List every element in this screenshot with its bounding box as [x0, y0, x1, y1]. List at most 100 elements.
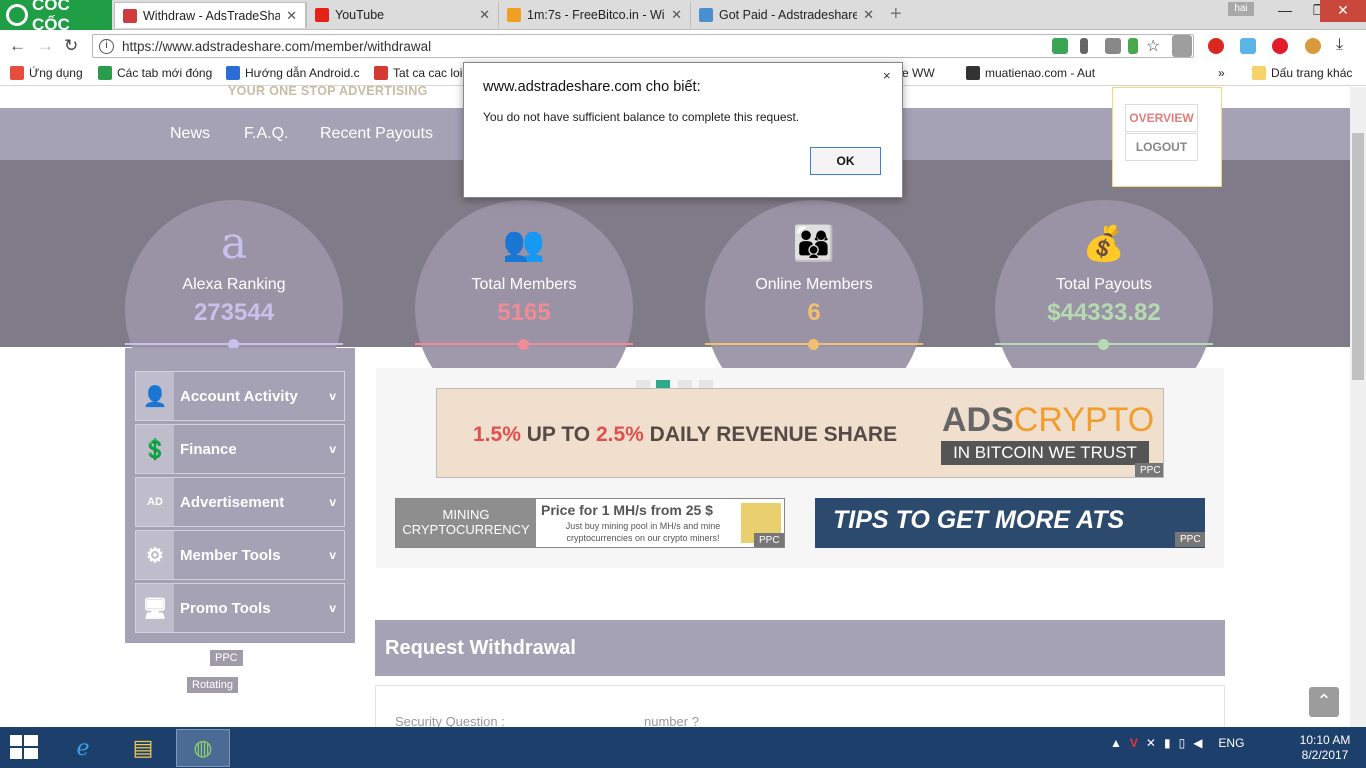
tips-banner[interactable]: TIPS TO GET MORE ATS PPC — [815, 498, 1205, 548]
bookmark-item[interactable]: Hướng dẫn Android.c — [226, 66, 360, 80]
ppc-badge: PPC — [1135, 463, 1163, 477]
cart-icon[interactable] — [1052, 38, 1068, 54]
bookmark-label: Ứng dụng — [29, 66, 83, 80]
bookmark-icon — [10, 66, 24, 80]
sidebar-item-member-tools[interactable]: ⚙ Member Tools v — [135, 530, 345, 580]
stat-value: 5165 — [497, 299, 551, 326]
network-error-icon[interactable]: ✕ — [1146, 736, 1156, 750]
bookmark-label: Hướng dẫn Android.c — [245, 66, 360, 80]
sidebar-item-label: Member Tools — [180, 546, 281, 564]
chevron-down-icon: v — [329, 389, 336, 403]
logout-button[interactable]: LOGOUT — [1125, 133, 1198, 161]
back-arrow-icon[interactable]: ← — [9, 36, 26, 56]
tab-close-icon[interactable]: ✕ — [479, 7, 490, 23]
close-window-button[interactable]: ✕ — [1320, 0, 1366, 22]
signal-icon[interactable]: ▮ — [1164, 736, 1171, 750]
bookmark-item[interactable]: Ứng dụng — [10, 66, 83, 80]
stat-label: Total Payouts — [1055, 276, 1153, 293]
tab-1[interactable]: YouTube ✕ — [306, 2, 498, 28]
translate-icon[interactable] — [1105, 38, 1121, 54]
heart-ext-icon[interactable] — [1272, 38, 1288, 54]
bookmark-item[interactable]: Tat ca cac loi — [374, 66, 462, 80]
mining-left-panel: MINING CRYPTOCURRENCY — [396, 499, 536, 547]
other-bookmarks[interactable]: Dấu trang khác — [1252, 66, 1352, 80]
avatar-ext-icon[interactable] — [1305, 38, 1321, 54]
bookmark-icon — [98, 66, 112, 80]
volume-icon[interactable]: ◀ — [1193, 736, 1202, 750]
ppc-tag[interactable]: PPC — [210, 650, 243, 666]
sidebar-item-advertisement[interactable]: AD Advertisement v — [135, 477, 345, 527]
monitor-icon: 🖥 — [136, 584, 174, 632]
pin-icon[interactable] — [1080, 38, 1088, 54]
sidebar-item-label: Account Activity — [180, 387, 298, 405]
scroll-to-top-button[interactable]: ⌃ — [1309, 687, 1339, 717]
tab-label: 1m:7s - FreeBitco.in - Win — [527, 8, 666, 22]
forward-arrow-icon[interactable]: → — [37, 36, 54, 56]
coccoc-taskbar-icon[interactable]: ◍ — [176, 729, 230, 767]
ie-icon[interactable]: ℯ — [56, 729, 110, 767]
bookmarks-overflow[interactable]: » — [1218, 66, 1225, 80]
user-icon: 👤 — [136, 372, 174, 420]
overview-button[interactable]: OVERVIEW — [1125, 104, 1198, 132]
site-tagline: YOUR ONE STOP ADVERTISING — [228, 84, 428, 98]
tab-0[interactable]: Withdraw - AdsTradeShare ✕ — [114, 2, 306, 28]
clock[interactable]: 10:10 AM 8/2/2017 — [1294, 733, 1356, 763]
windows-start-icon[interactable] — [8, 733, 40, 761]
nav-faq[interactable]: F.A.Q. — [244, 125, 288, 143]
browser-brand[interactable]: CỐC CỐC — [0, 0, 112, 34]
chevron-down-icon: v — [329, 601, 336, 615]
cloud-ext-icon[interactable] — [1240, 38, 1256, 54]
minimize-button[interactable]: — — [1268, 0, 1302, 22]
tab-2[interactable]: 1m:7s - FreeBitco.in - Win ✕ — [498, 2, 690, 28]
mining-banner[interactable]: MINING CRYPTOCURRENCY Price for 1 MH/s f… — [395, 498, 785, 548]
tab-favicon-icon — [507, 8, 521, 22]
opera-ext-icon[interactable] — [1208, 38, 1224, 54]
stat-dot — [1098, 339, 1109, 350]
tips-headline: TIPS TO GET MORE ATS — [833, 506, 1125, 534]
star-bookmark-icon[interactable]: ☆ — [1146, 36, 1160, 56]
chevron-down-icon: v — [329, 495, 336, 509]
tab-close-icon[interactable]: ✕ — [671, 7, 682, 23]
sidebar-item-promo-tools[interactable]: 🖥 Promo Tools v — [135, 583, 345, 633]
sidebar-item-account-activity[interactable]: 👤 Account Activity v — [135, 371, 345, 421]
new-tab-button[interactable]: + — [890, 3, 902, 26]
download-icon[interactable]: ⤓ — [1336, 36, 1343, 54]
members-icon: 👥 — [502, 225, 546, 263]
nav-news[interactable]: News — [170, 125, 210, 143]
battery-icon[interactable]: ▯ — [1179, 736, 1186, 750]
download-arrow-icon[interactable] — [1172, 35, 1192, 57]
reload-icon[interactable]: ↻ — [64, 36, 78, 56]
ppc-badge: PPC — [1175, 532, 1205, 547]
url-text: https://www.adstradeshare.com/member/wit… — [122, 38, 432, 54]
tab-close-icon[interactable]: ✕ — [286, 8, 297, 24]
bookmark-icon — [226, 66, 240, 80]
tab-label: Got Paid - Adstradeshare — [719, 8, 858, 22]
antivirus-icon[interactable]: V — [1130, 736, 1138, 750]
adscrypto-banner[interactable]: 1.5% UP TO 2.5% DAILY REVENUE SHARE ADSC… — [436, 388, 1164, 478]
withdrawal-header: Request Withdrawal — [375, 620, 1225, 676]
dialog-close-icon[interactable]: × — [883, 68, 891, 83]
scrollbar-thumb[interactable] — [1352, 133, 1364, 380]
clock-date: 8/2/2017 — [1301, 748, 1349, 762]
stat-value: 6 — [807, 299, 821, 326]
language-icon[interactable] — [1128, 38, 1138, 54]
stat-label: Total Members — [471, 276, 577, 293]
dialog-ok-button[interactable]: OK — [810, 147, 881, 175]
tray-expand-icon[interactable]: ▲ — [1110, 736, 1122, 750]
bookmark-icon — [966, 66, 980, 80]
bookmark-label: Tat ca cac loi — [393, 66, 463, 80]
bookmark-item[interactable]: muatienao.com - Aut — [966, 66, 1095, 80]
sidebar-item-finance[interactable]: 💲 Finance v — [135, 424, 345, 474]
tab-3[interactable]: Got Paid - Adstradeshare ✕ — [690, 2, 882, 28]
rotating-tag[interactable]: Rotating — [187, 677, 238, 693]
nav-recent-payouts[interactable]: Recent Payouts — [320, 125, 433, 143]
user-profile-badge[interactable]: hai — [1228, 2, 1254, 16]
tab-close-icon[interactable]: ✕ — [863, 7, 874, 23]
address-bar[interactable]: i https://www.adstradeshare.com/member/w… — [92, 34, 1194, 58]
bookmark-item[interactable]: Các tab mới đóng — [98, 66, 212, 80]
gear-icon: ⚙ — [136, 531, 174, 579]
file-explorer-icon[interactable]: ▤ — [116, 729, 170, 767]
language-indicator[interactable]: ENG — [1218, 736, 1244, 750]
site-info-icon[interactable]: i — [99, 38, 114, 54]
banner-slogan: IN BITCOIN WE TRUST — [941, 441, 1149, 465]
